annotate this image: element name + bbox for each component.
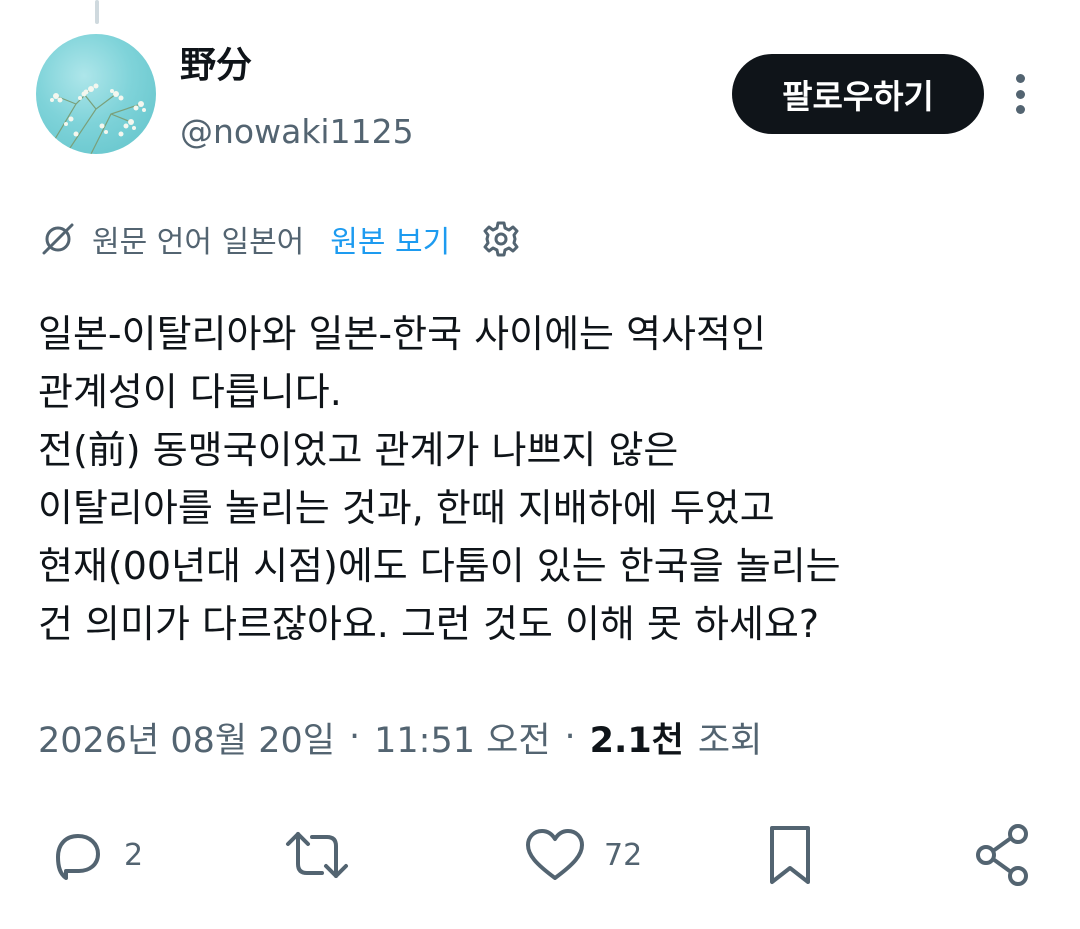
tweet-text-line: 이탈리아를 놀리는 것과, 한때 지배하에 두었고 [38,486,775,530]
show-original-link[interactable]: 원본 보기 [330,217,450,261]
like-button[interactable]: 72 [522,815,642,895]
thread-connector-line [95,0,99,24]
tweet-date[interactable]: 2026년 08월 20일 [38,712,335,763]
tweet-metadata: 2026년 08월 20일 · 11:51 오전 · 2.1천 조회 [38,710,762,764]
more-dot [1015,105,1025,114]
retweet-icon [286,832,348,878]
bookmark-button[interactable] [762,815,818,895]
user-handle[interactable]: @nowaki1125 [180,110,414,154]
reply-count: 2 [124,837,144,873]
reply-button[interactable]: 2 [46,815,143,895]
views-label: 조회 [697,720,763,761]
share-button[interactable] [972,815,1034,895]
avatar[interactable] [36,34,156,154]
avatar-image [45,83,146,154]
share-icon [976,824,1028,886]
tweet-text-line: 건 의미가 다르잖아요. 그런 것도 이해 못 하세요? [38,602,820,646]
more-icon[interactable] [1004,70,1036,118]
tweet-text: 일본-이탈리아와 일본-한국 사이에는 역사적인 관계성이 다릅니다. 전(前)… [38,305,1048,653]
retweet-button[interactable] [282,815,352,895]
heart-icon [526,829,584,880]
follow-button[interactable]: 팔로우하기 [732,54,984,134]
translation-source-label: 원문 언어 일본어 [92,225,305,260]
like-count: 72 [604,837,643,873]
separator-dot: · [349,717,361,757]
action-bar: 2 72 [0,815,1080,895]
tweet-text-line: 관계성이 다릅니다. [38,370,342,414]
more-dot [1015,74,1025,83]
display-name[interactable]: 野分 [180,42,252,90]
tweet-text-line: 전(前) 동맹국이었고 관계가 나쁘지 않은 [38,428,679,472]
gear-icon[interactable] [480,218,522,260]
separator-dot: · [564,717,576,757]
more-dot [1015,89,1025,99]
bookmark-icon [770,826,810,884]
tweet-text-line: 현재(00년대 시점)에도 다툼이 있는 한국을 놀리는 [38,544,841,588]
translation-bar: 원문 언어 일본어 원본 보기 [38,214,522,264]
reply-icon [56,834,100,880]
tweet-time[interactable]: 11:51 오전 [374,712,550,763]
tweet-text-line: 일본-이탈리아와 일본-한국 사이에는 역사적인 [38,312,766,356]
views-count: 2.1천 [589,720,684,761]
translate-icon [42,223,74,255]
